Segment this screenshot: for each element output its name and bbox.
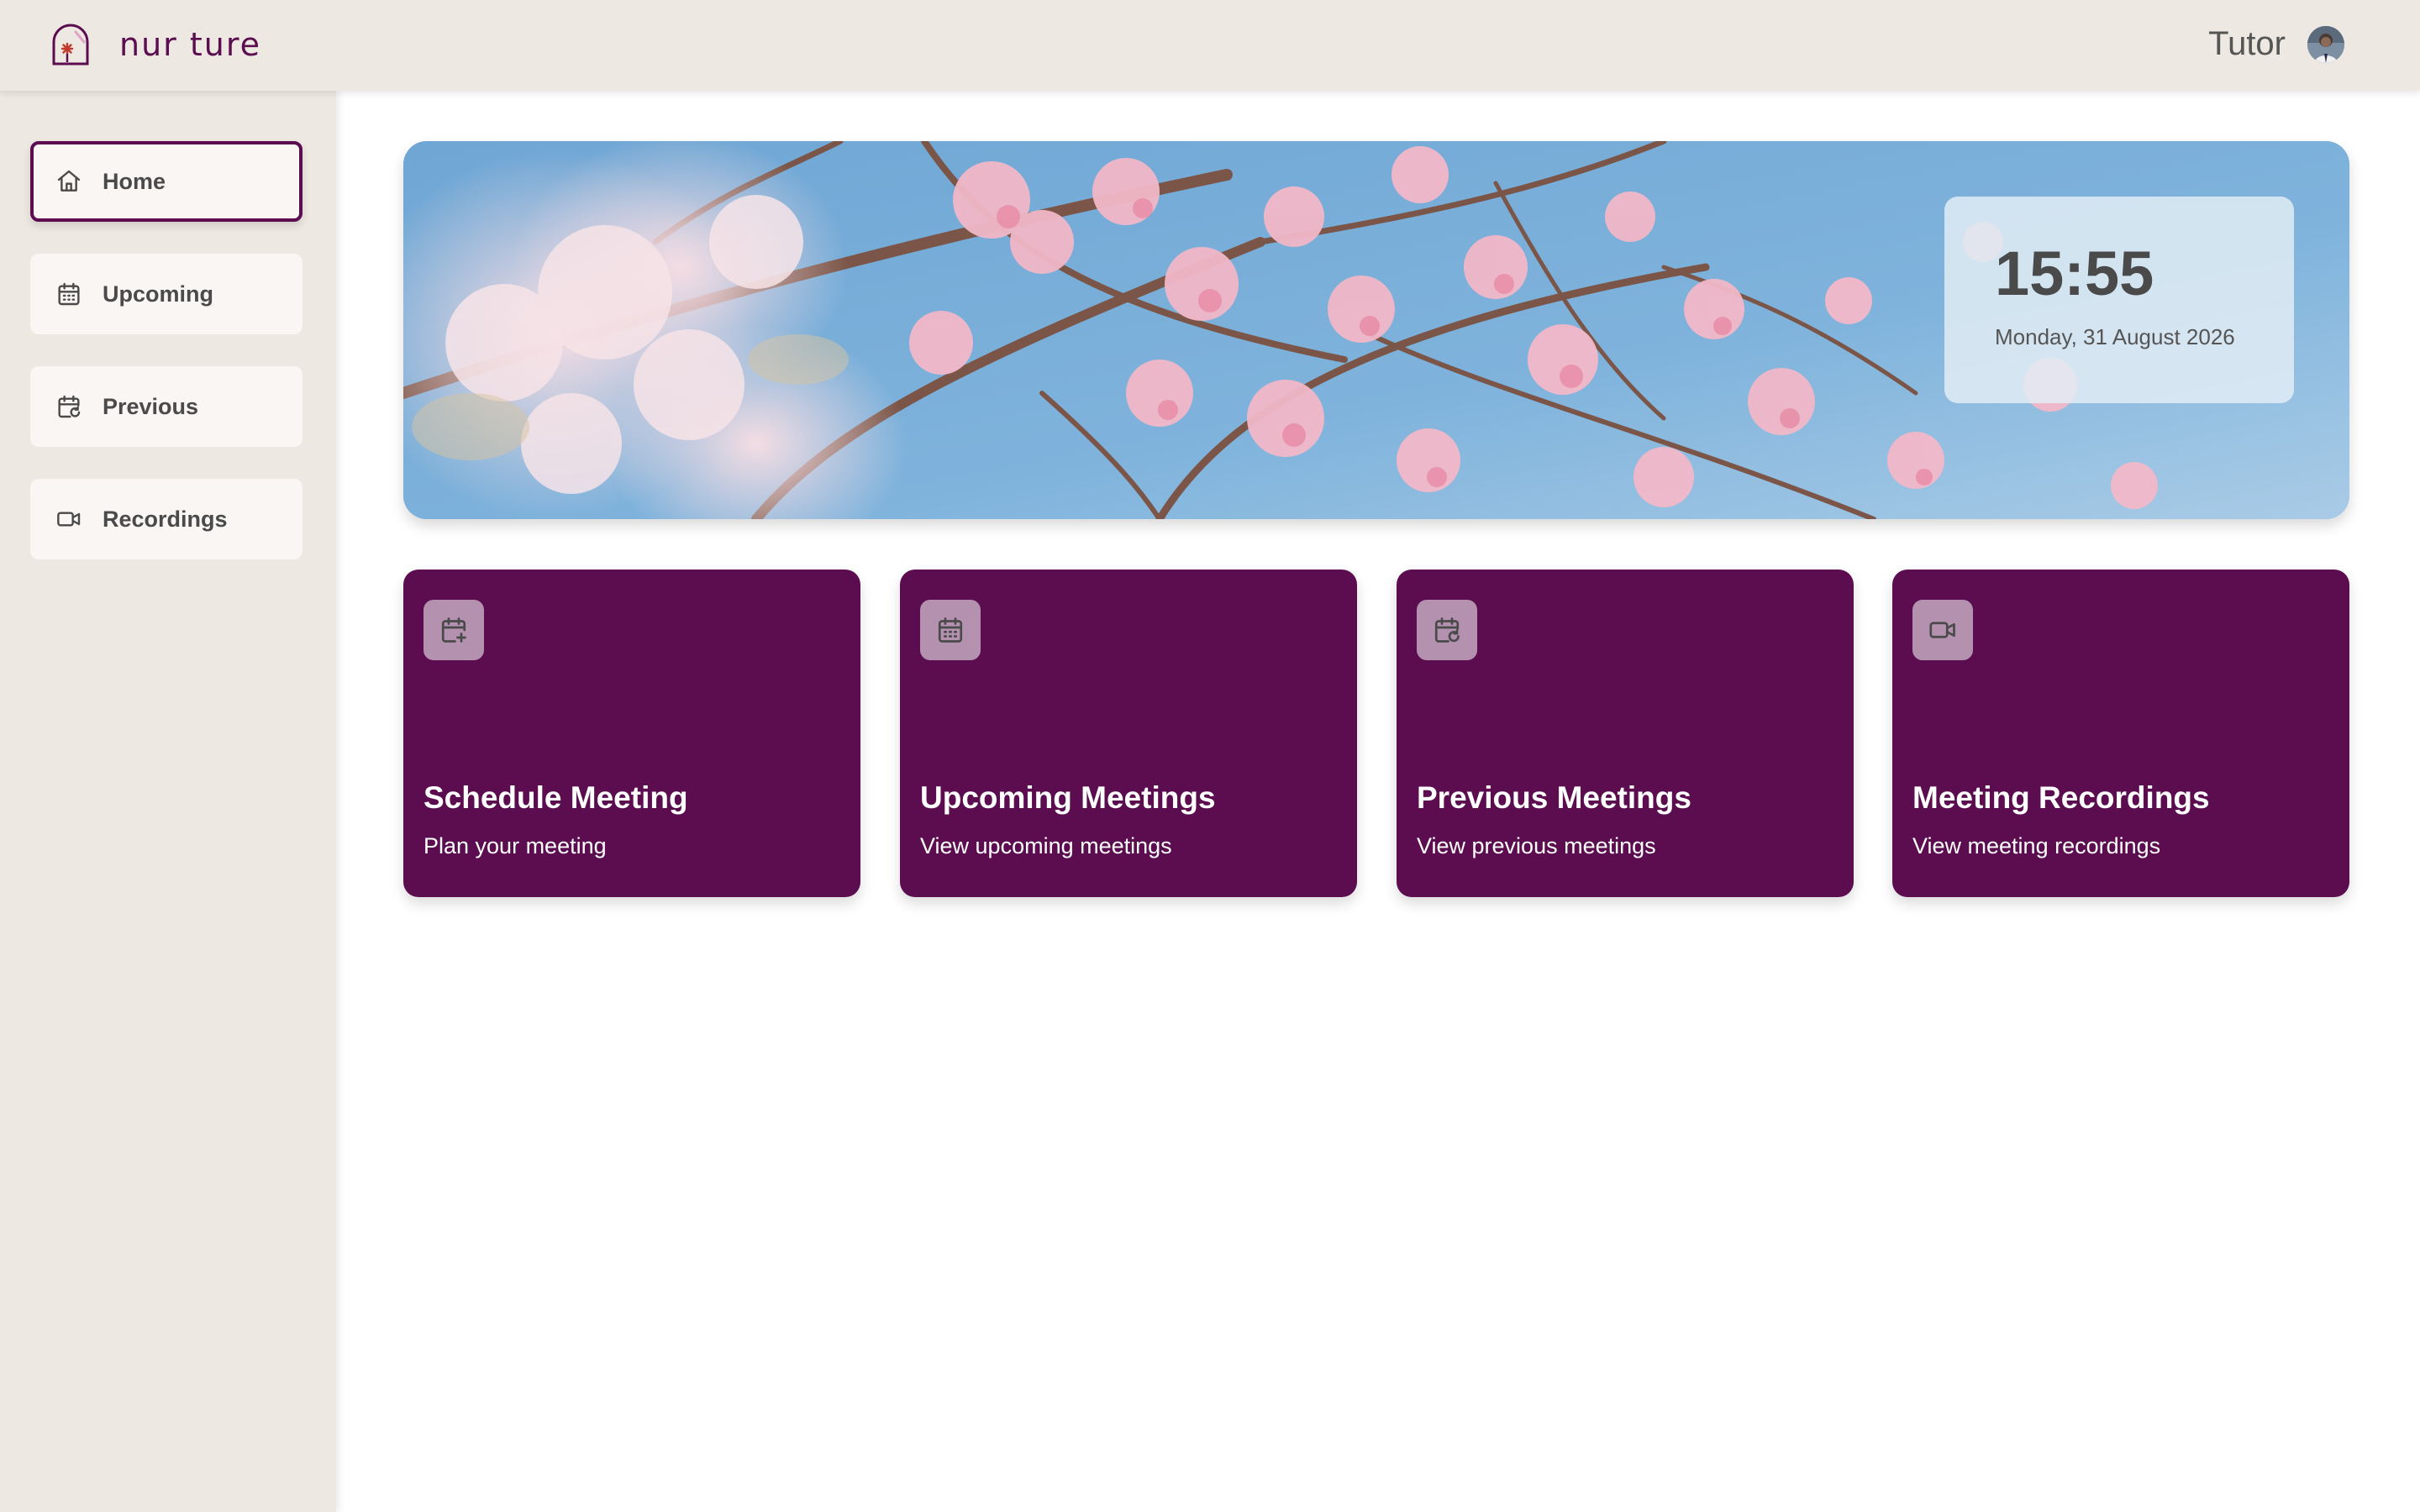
card-subtitle: View upcoming meetings xyxy=(920,833,1172,858)
schedule-meeting-card[interactable]: Schedule Meeting Plan your meeting xyxy=(403,570,860,897)
calendar-refresh-icon xyxy=(1417,600,1477,660)
previous-meetings-card[interactable]: Previous Meetings View previous meetings xyxy=(1397,570,1854,897)
meeting-recordings-card[interactable]: Meeting Recordings View meeting recordin… xyxy=(1892,570,2349,897)
card-subtitle: Plan your meeting xyxy=(424,833,607,858)
upcoming-meetings-card[interactable]: Upcoming Meetings View upcoming meetings xyxy=(900,570,1357,897)
user-role-label: Tutor xyxy=(2208,25,2286,62)
card-title: Schedule Meeting xyxy=(424,780,688,815)
sidebar-item-upcoming[interactable]: Upcoming xyxy=(30,254,302,334)
card-title: Previous Meetings xyxy=(1417,780,1691,815)
card-subtitle: View meeting recordings xyxy=(1912,833,2161,858)
home-icon xyxy=(55,168,82,195)
sidebar-item-recordings[interactable]: Recordings xyxy=(30,479,302,559)
brand-name: nur ture xyxy=(119,26,262,63)
video-icon xyxy=(55,506,82,533)
hero-banner: 15:55 Monday, 31 August 2026 xyxy=(403,141,2349,519)
sidebar-item-previous[interactable]: Previous xyxy=(30,366,302,447)
sidebar-item-label: Home xyxy=(103,168,166,194)
current-time: 15:55 xyxy=(1995,239,2154,308)
calendar-icon xyxy=(55,281,82,307)
sidebar-item-label: Upcoming xyxy=(103,281,213,307)
sidebar-item-home[interactable]: Home xyxy=(30,141,302,222)
clock-widget: 15:55 Monday, 31 August 2026 xyxy=(1944,197,2294,403)
card-title: Meeting Recordings xyxy=(1912,780,2210,815)
card-subtitle: View previous meetings xyxy=(1417,833,1656,858)
calendar-refresh-icon xyxy=(55,393,82,420)
video-icon xyxy=(1912,600,1973,660)
nurture-logo-icon[interactable] xyxy=(47,20,94,67)
sidebar: Home Upcoming Previous Recordings xyxy=(0,91,336,1512)
top-bar: nur ture Tutor xyxy=(0,0,2420,91)
current-date: Monday, 31 August 2026 xyxy=(1995,324,2235,349)
calendar-plus-icon xyxy=(424,600,484,660)
card-title: Upcoming Meetings xyxy=(920,780,1216,815)
user-avatar[interactable] xyxy=(2307,26,2344,63)
sidebar-item-label: Previous xyxy=(103,393,199,419)
sidebar-item-label: Recordings xyxy=(103,506,228,532)
calendar-icon xyxy=(920,600,981,660)
